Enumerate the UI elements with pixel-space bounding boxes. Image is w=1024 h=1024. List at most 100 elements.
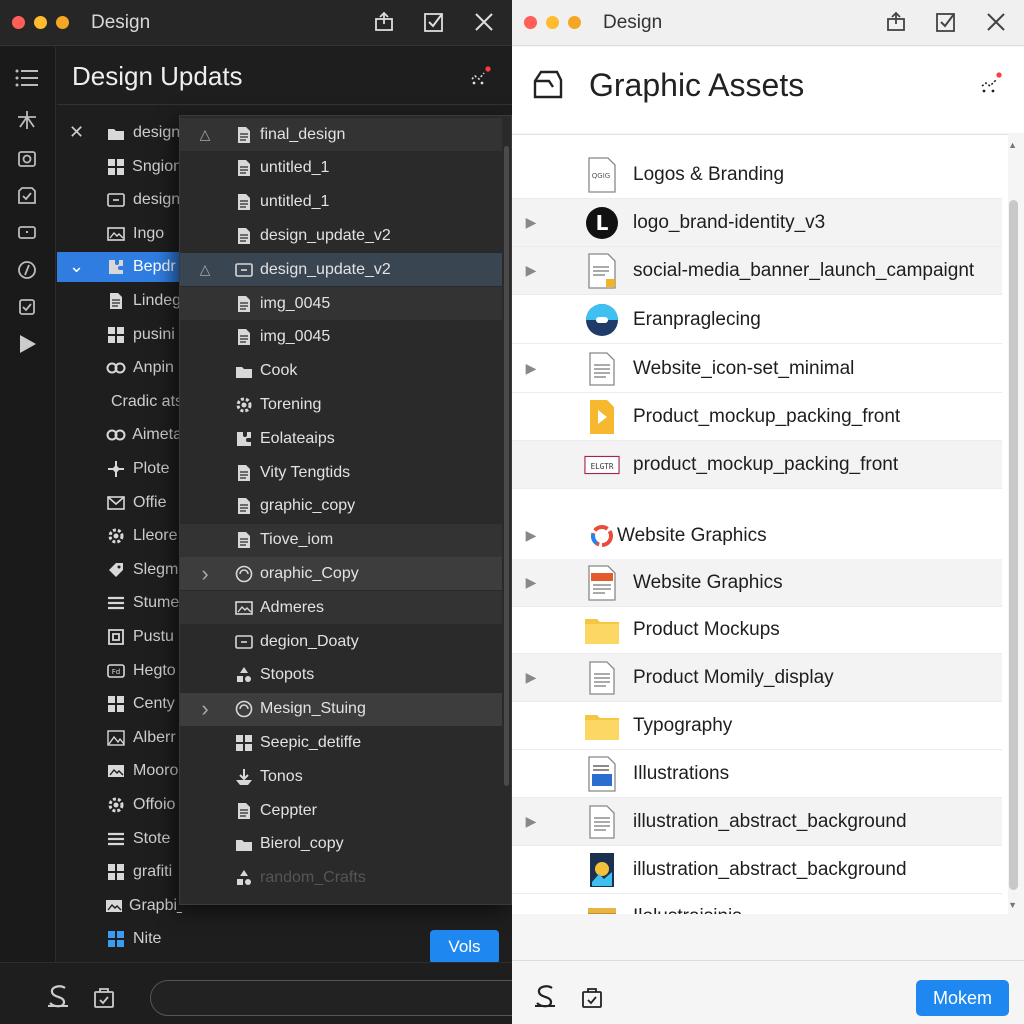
asset-row[interactable]: ▶ Product Momily_display <box>512 654 1002 702</box>
tree-item[interactable]: pusini <box>57 320 182 350</box>
disclosure-triangle-icon[interactable]: ▶ <box>524 360 538 376</box>
asset-row[interactable]: Ilolustraisinis <box>512 893 1002 914</box>
popup-item[interactable]: Seepic_detiffe <box>180 726 502 759</box>
asset-row[interactable]: QGIG Logos & Branding <box>512 151 1002 199</box>
tree-item[interactable]: Slegm <box>57 555 182 585</box>
tree-item[interactable]: Stote <box>57 824 182 854</box>
chevron-right-icon[interactable]: › <box>198 696 212 721</box>
popup-item[interactable]: Stopots <box>180 659 502 692</box>
asset-row[interactable]: ELGTR product_mockup_packing_front <box>512 441 1002 489</box>
scroll-down-icon[interactable]: ▼ <box>1008 900 1017 910</box>
tree-item[interactable]: Mooro <box>57 756 182 786</box>
scribble-icon[interactable] <box>45 983 71 1014</box>
square-check-icon[interactable] <box>14 294 40 320</box>
popup-item[interactable]: graphic_copy <box>180 490 502 523</box>
popup-item[interactable]: Ceppter <box>180 794 502 827</box>
popup-item[interactable]: Eolateaips <box>180 422 502 455</box>
scroll-up-icon[interactable]: ▲ <box>1008 140 1017 150</box>
tree-item[interactable]: Offoio <box>57 790 182 820</box>
popup-item[interactable]: Admeres <box>180 591 502 625</box>
close-icon[interactable] <box>982 8 1010 36</box>
asset-row[interactable]: Typography <box>512 702 1002 750</box>
tree-item[interactable]: Plote <box>57 454 182 484</box>
asterisk-icon[interactable] <box>14 107 40 133</box>
popup-item[interactable]: random_Crafts <box>180 862 502 895</box>
popup-item[interactable]: Cook <box>180 355 502 388</box>
minimize-light[interactable] <box>34 16 47 29</box>
asset-row[interactable]: Product Mockups <box>512 606 1002 654</box>
close-light[interactable] <box>12 16 25 29</box>
asset-row[interactable]: Product_mockup_packing_front <box>512 393 1002 441</box>
disclosure-triangle-icon[interactable]: ▶ <box>524 813 538 829</box>
disclosure-triangle-icon[interactable]: ▶ <box>524 214 538 230</box>
chevron-down-icon[interactable]: ⌄ <box>69 256 84 277</box>
sparkle-icon[interactable] <box>468 65 492 94</box>
tree-item[interactable]: design <box>57 185 182 215</box>
asset-row[interactable]: Illustrations <box>512 750 1002 798</box>
tree-item[interactable]: ✕ design <box>57 118 182 148</box>
popup-item[interactable]: △ final_design <box>180 118 502 151</box>
tree-item[interactable]: Stume <box>57 588 182 618</box>
zoom-light[interactable] <box>56 16 69 29</box>
popup-item[interactable]: Torening <box>180 388 502 421</box>
popup-item[interactable]: › oraphic_Copy <box>180 557 502 591</box>
tree-item[interactable]: Alberr <box>57 723 182 753</box>
camera-icon[interactable] <box>14 145 40 171</box>
asset-row[interactable]: ▶ Website_icon-set_minimal <box>512 345 1002 393</box>
tree-item[interactable]: Offie <box>57 488 182 518</box>
asset-row[interactable]: ▶ social-media_banner_launch_campaignt <box>512 247 1002 295</box>
popup-scrollbar[interactable] <box>504 146 509 786</box>
popup-item[interactable]: untitled_1 <box>180 186 502 219</box>
asset-row[interactable]: ▶ Website Graphics <box>512 559 1002 607</box>
popup-item[interactable]: › Mesign_Stuing <box>180 692 502 726</box>
tree-item[interactable]: Ingo <box>57 219 182 249</box>
tree-item[interactable]: Fd Hegto <box>57 656 182 686</box>
bag-icon[interactable] <box>92 985 116 1014</box>
zoom-light[interactable] <box>568 16 581 29</box>
tree-item[interactable]: Cradic ats <box>57 387 182 417</box>
popup-item[interactable]: degion_Doaty <box>180 625 502 658</box>
tree-item[interactable]: Lindeg <box>57 286 182 316</box>
mokem-button[interactable]: Mokem <box>916 980 1009 1016</box>
popup-item[interactable]: Bierol_copy <box>180 828 502 861</box>
tree-item[interactable]: Anpin <box>57 353 182 383</box>
checkbox-icon[interactable] <box>420 8 448 36</box>
tree-item[interactable]: Grapbi_sopy <box>57 891 182 921</box>
tree-item[interactable]: ⌄ Bepdr <box>57 252 182 283</box>
popup-item[interactable]: △ design_update_v2 <box>180 253 502 287</box>
disclosure-triangle-icon[interactable]: ▶ <box>524 574 538 590</box>
clipboard-check-icon[interactable] <box>14 182 40 208</box>
close-light[interactable] <box>524 16 537 29</box>
close-icon[interactable]: ✕ <box>69 122 84 143</box>
tree-item[interactable]: Centy <box>57 689 182 719</box>
popup-item[interactable]: img_0045 <box>180 321 502 354</box>
disclosure-triangle-icon[interactable]: ▶ <box>524 527 538 543</box>
asset-row[interactable]: ▶ Website Graphics <box>512 512 1002 560</box>
tree-item[interactable]: Aimeta <box>57 420 182 450</box>
tree-item[interactable]: Nite <box>57 924 182 954</box>
popup-item[interactable]: Vity Tengtids <box>180 456 502 489</box>
sparkle-icon[interactable] <box>978 71 1004 102</box>
asset-row[interactable]: illustration_abstract_background <box>512 846 1002 894</box>
search-input[interactable] <box>150 980 530 1016</box>
asset-row[interactable]: ▶ illustration_abstract_background <box>512 798 1002 846</box>
popup-item[interactable]: img_0045 <box>180 287 502 320</box>
share-icon[interactable] <box>882 8 910 36</box>
tree-item[interactable]: Sngion <box>57 152 182 182</box>
close-icon[interactable] <box>470 8 498 36</box>
bag-icon[interactable] <box>580 985 604 1014</box>
triangle-up-icon[interactable]: △ <box>198 126 212 142</box>
asset-row[interactable]: Eranpraglecing <box>512 296 1002 344</box>
vols-button[interactable]: Vols <box>430 930 499 964</box>
tree-item[interactable]: Lleore <box>57 521 182 551</box>
popup-item[interactable]: Tonos <box>180 760 502 793</box>
popup-item[interactable]: untitled_1 <box>180 152 502 185</box>
tree-item[interactable]: Pustu <box>57 622 182 652</box>
disclosure-triangle-icon[interactable]: ▶ <box>524 669 538 685</box>
popup-item[interactable]: Tiove_iom <box>180 523 502 557</box>
tv-icon[interactable] <box>14 219 40 245</box>
chevron-right-icon[interactable]: › <box>198 561 212 586</box>
tree-item[interactable]: grafiti <box>57 857 182 887</box>
asset-row[interactable]: ▶ Llogo_brand-identity_v3 <box>512 199 1002 247</box>
checkbox-icon[interactable] <box>932 8 960 36</box>
